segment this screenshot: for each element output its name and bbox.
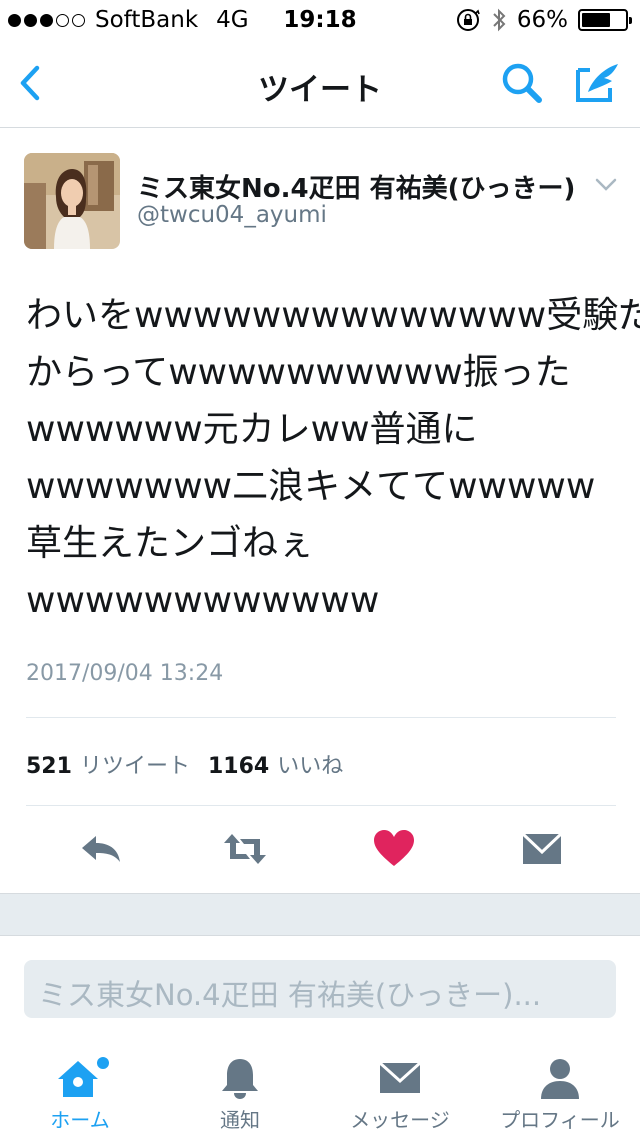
compose-icon[interactable] (570, 58, 624, 108)
navigation-bar: ツイート (0, 40, 640, 128)
status-right: 66% (455, 7, 632, 33)
screen-name[interactable]: @twcu04_ayumi (137, 202, 327, 228)
retweet-icon[interactable] (222, 826, 268, 872)
tweet-detail-screen: SoftBank 4G 19:18 66% ツイート ミス東女No.4疋田 有祐… (0, 0, 640, 1136)
tweet-stats: 521 リツイート 1164 いいね (26, 748, 361, 780)
like-count[interactable]: 1164 (208, 754, 269, 779)
tweet-text-line: からってwwwwwwwwww振った (26, 352, 571, 393)
home-icon (58, 1057, 109, 1097)
like-label[interactable]: いいね (277, 748, 343, 780)
tab-home[interactable]: ホーム (0, 1045, 160, 1136)
divider (26, 805, 616, 806)
tab-notifications[interactable]: 通知 (160, 1045, 320, 1136)
tab-messages-label: メッセージ (350, 1108, 450, 1132)
tweet-actions (0, 820, 640, 880)
tab-bar: ホーム 通知 メッセージ プロフィール (0, 1045, 640, 1136)
battery-percent: 66% (516, 7, 568, 33)
tweet-text-line: wwwwwww二浪キメててwwwww (26, 466, 596, 507)
tab-home-label: ホーム (50, 1108, 110, 1132)
tab-notifications-label: 通知 (220, 1108, 260, 1132)
section-separator (0, 893, 640, 936)
avatar[interactable] (24, 153, 120, 249)
reply-input[interactable]: ミス東女No.4疋田 有祐美(ひっきー)... (24, 960, 616, 1018)
tweet-text-line: わいをwwwwwwwwwwwwww受験だ (26, 295, 640, 336)
tweet-text-line: 草生えたンゴねぇ (26, 523, 315, 564)
tweet-text-line: wwwwwwwwwwww (26, 580, 380, 621)
rotation-lock-icon (456, 9, 480, 31)
direct-message-icon[interactable] (519, 826, 565, 872)
envelope-icon (378, 1061, 422, 1093)
status-bar: SoftBank 4G 19:18 66% (0, 0, 640, 40)
like-heart-icon[interactable] (371, 826, 417, 872)
divider (26, 717, 616, 718)
reply-icon[interactable] (78, 826, 124, 872)
tab-profile[interactable]: プロフィール (480, 1045, 640, 1136)
search-icon[interactable] (497, 58, 547, 108)
tab-profile-label: プロフィール (500, 1108, 620, 1132)
tweet-text: わいをwwwwwwwwwwwwww受験だ からってwwwwwwwwww振った w… (26, 287, 640, 629)
retweet-label[interactable]: リツイート (80, 748, 190, 780)
person-icon (541, 1059, 579, 1099)
bluetooth-icon (493, 8, 506, 32)
tab-messages[interactable]: メッセージ (320, 1045, 480, 1136)
tweet-timestamp: 2017/09/04 13:24 (26, 661, 224, 686)
battery-icon (578, 9, 632, 31)
battery-level-fill (582, 13, 610, 27)
retweet-count[interactable]: 521 (26, 754, 72, 779)
display-name[interactable]: ミス東女No.4疋田 有祐美(ひっきー) (137, 168, 575, 205)
bell-icon (222, 1059, 258, 1099)
chevron-down-icon[interactable] (594, 176, 618, 194)
tweet-text-line: wwwwww元カレww普通に (26, 409, 478, 450)
